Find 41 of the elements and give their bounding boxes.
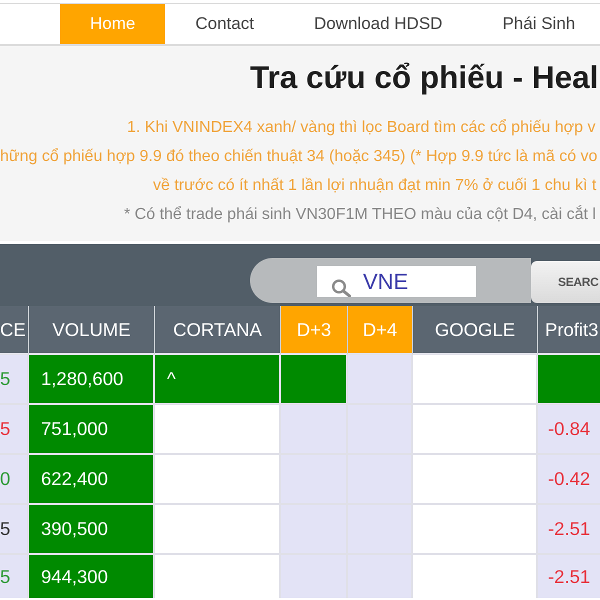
table-cell: 5 (0, 505, 29, 555)
table-cell: -2.51 (538, 505, 600, 555)
table-cell: 1,280,600 (29, 355, 155, 405)
table-cell (348, 555, 413, 598)
search-button[interactable]: SEARC (531, 261, 600, 303)
nav-tab[interactable]: Contact (165, 4, 284, 44)
table-cell: 944,300 (29, 555, 155, 598)
column-header: D+3 (281, 306, 348, 355)
table-cell: 5 (0, 355, 29, 405)
column-header: GOOGLE (413, 306, 538, 355)
column-header: CORTANA (155, 306, 281, 355)
nav-tab[interactable]: Download HDSD (284, 4, 472, 44)
instruction-text: về trước có ít nhất 1 lần lợi nhuận đạt min 7% ở cuối 1 chu kì t (152, 176, 598, 196)
table-cell: 5 (0, 555, 29, 598)
table-cell (281, 355, 348, 405)
table-cell (348, 455, 413, 505)
table-cell: -0.42 (538, 455, 600, 505)
table-cell: 751,000 (29, 405, 155, 455)
column-header: VOLUME (29, 306, 155, 355)
table-cell (281, 555, 348, 598)
column-header: D+4 (348, 306, 413, 355)
column-header: CE (0, 306, 29, 355)
table-cell (538, 355, 600, 405)
nav-tab[interactable]: Phái Sinh (472, 4, 600, 44)
table-cell: 622,400 (29, 455, 155, 505)
table-cell: 0 (0, 455, 29, 505)
table-cell (348, 505, 413, 555)
table-cell: 390,500 (29, 505, 155, 555)
table-cell: -2.51 (538, 555, 600, 598)
table-cell: -0.84 (538, 405, 600, 455)
table-cell: 5 (0, 405, 29, 455)
page-title: Tra cứu cổ phiếu - Heal (249, 58, 600, 96)
table-cell (348, 405, 413, 455)
instruction-text: * Có thể trade phái sinh VN30F1M THEO màu của cột D4, cài cắt l (123, 204, 597, 225)
search-icon (331, 279, 351, 297)
table-cell (348, 355, 413, 405)
instruction-text: hững cổ phiếu hợp 9.9 đó theo chiến thuật 34 (hoặc 345) (* Hợp 9.9 tức là mã có vo (0, 147, 598, 167)
column-header: Profit3 (538, 306, 600, 355)
instruction-text: 1. Khi VNINDEX4 xanh/ vàng thì lọc Board tìm các cổ phiếu hợp v (126, 118, 597, 138)
search-field[interactable]: VNE (317, 266, 476, 297)
table-cell: ^ (155, 355, 281, 405)
